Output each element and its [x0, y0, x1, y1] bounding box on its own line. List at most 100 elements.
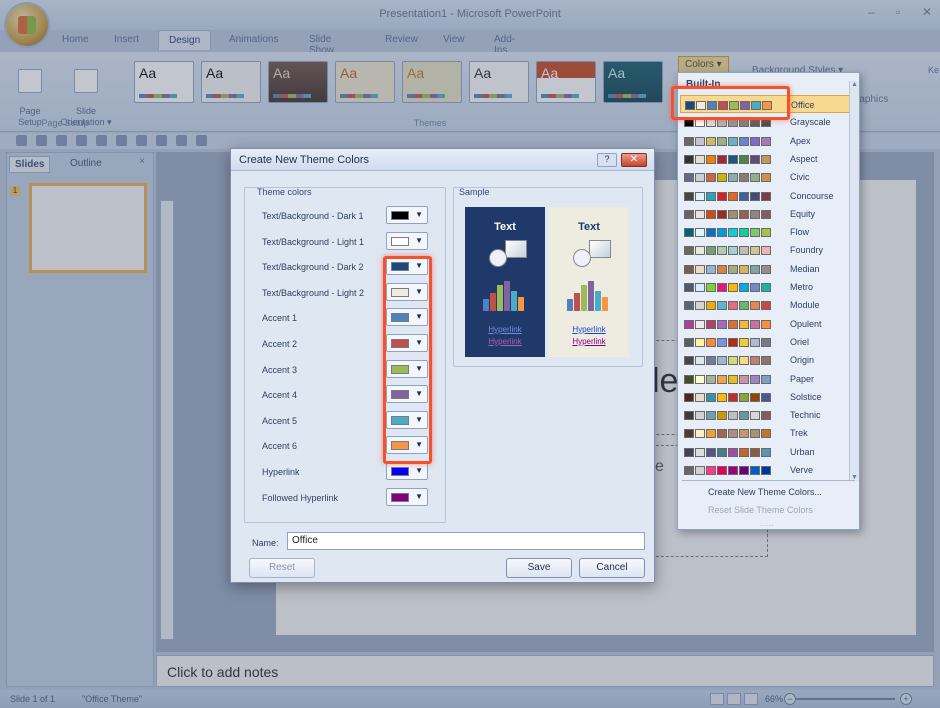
color-swatch [706, 136, 716, 146]
sample-bar [483, 299, 489, 311]
name-label: Name: [252, 538, 279, 548]
help-button[interactable]: ? [597, 153, 617, 167]
theme-colors-dropdown: Built-In Office Grayscale Apex Aspect Civic C… [677, 72, 860, 530]
color-swatch [684, 154, 694, 164]
color-picker-button[interactable]: ▼ [386, 462, 428, 480]
theme-colors-item[interactable]: Origin [680, 351, 850, 369]
sample-light-card: Text Hyperlink Hyperlink [549, 207, 629, 357]
theme-colors-item[interactable]: Oriel [680, 333, 850, 351]
theme-colors-item-name: Verve [790, 465, 814, 475]
sample-dark-text: Text [494, 221, 516, 233]
color-swatch [706, 392, 716, 402]
color-swatch [684, 246, 694, 256]
color-swatch [684, 264, 694, 274]
theme-colors-item-name: Grayscale [790, 117, 831, 128]
color-swatch [717, 447, 727, 457]
resize-grip-icon[interactable]: ..... [760, 521, 775, 528]
theme-colors-item[interactable]: Equity [680, 205, 850, 223]
theme-colors-item[interactable]: Solstice [680, 388, 850, 406]
theme-colors-item[interactable]: Foundry [680, 241, 850, 259]
color-swatch [761, 283, 771, 292]
theme-color-label: Accent 5 [262, 415, 298, 426]
color-swatch [728, 447, 738, 457]
theme-colors-item-name: Office [791, 100, 815, 110]
theme-colors-item[interactable]: Paper [680, 370, 850, 388]
color-swatch [706, 283, 716, 292]
color-swatches [684, 264, 772, 274]
color-swatch [728, 429, 738, 439]
color-swatch [761, 337, 771, 347]
highlight-accent-colors [383, 256, 432, 464]
theme-colors-item[interactable]: Verve [680, 461, 850, 479]
color-swatches [684, 191, 772, 201]
reset-button[interactable]: Reset [249, 558, 315, 578]
color-swatch [717, 154, 727, 164]
sample-dark-hyperlink: Hyperlink [488, 325, 522, 334]
theme-colors-item[interactable]: Technic [680, 406, 850, 424]
color-swatch [761, 154, 771, 164]
color-swatches [684, 228, 772, 238]
theme-color-label: Accent 6 [262, 441, 298, 452]
color-swatch [695, 246, 705, 256]
color-swatch [761, 374, 771, 384]
theme-colors-item[interactable]: Module [680, 296, 850, 314]
dropdown-separator [682, 480, 855, 481]
theme-colors-item[interactable]: Civic [680, 168, 850, 186]
cancel-button[interactable]: Cancel [579, 558, 645, 578]
color-swatch [695, 337, 705, 347]
color-swatch [750, 429, 760, 439]
color-swatch [684, 337, 694, 347]
color-swatches [684, 337, 772, 347]
color-picker-button[interactable]: ▼ [386, 206, 428, 224]
color-swatch [695, 466, 705, 475]
theme-colors-item[interactable]: Trek [680, 424, 850, 442]
sample-dark-card: Text Hyperlink Hyperlink [465, 207, 545, 357]
theme-colors-item-name: Trek [790, 428, 808, 439]
color-swatch [717, 283, 727, 292]
color-swatch [706, 466, 716, 475]
scroll-up-icon[interactable]: ▲ [851, 81, 858, 88]
color-swatch [750, 264, 760, 274]
color-swatch [761, 173, 771, 183]
color-swatch [750, 173, 760, 183]
color-swatch [717, 356, 727, 366]
color-swatch [391, 467, 409, 476]
theme-colors-item-name: Civic [790, 172, 810, 183]
color-swatch [695, 356, 705, 366]
color-swatch [728, 466, 738, 475]
theme-colors-item[interactable]: Metro [680, 278, 850, 296]
reset-slide-theme-colors[interactable]: Reset Slide Theme Colors [708, 505, 813, 515]
save-button[interactable]: Save [506, 558, 572, 578]
color-swatch [750, 319, 760, 329]
color-swatch [695, 209, 705, 219]
color-swatch [717, 411, 727, 421]
theme-name-input[interactable]: Office [287, 532, 645, 550]
theme-color-label: Text/Background - Dark 1 [262, 211, 364, 221]
create-new-theme-colors[interactable]: Create New Theme Colors... [708, 487, 822, 497]
sample-bar [574, 293, 580, 311]
dialog-close-button[interactable]: ✕ [621, 153, 647, 167]
sample-bar [602, 297, 608, 311]
dropdown-scrollbar[interactable]: ▲ ▼ [849, 81, 859, 481]
dropdown-arrow-icon: ▼ [415, 210, 423, 219]
theme-colors-item[interactable]: Median [680, 260, 850, 278]
theme-colors-item[interactable]: Flow [680, 223, 850, 241]
theme-colors-item[interactable]: Apex [680, 132, 850, 150]
dropdown-arrow-icon: ▼ [415, 466, 423, 475]
color-picker-button[interactable]: ▼ [386, 487, 428, 506]
theme-colors-item-name: Technic [790, 410, 821, 421]
theme-colors-item[interactable]: Urban [680, 443, 850, 461]
color-swatch [684, 411, 694, 421]
theme-colors-item[interactable]: Opulent [680, 315, 850, 333]
theme-colors-item[interactable]: Aspect [680, 150, 850, 168]
color-swatches [684, 356, 772, 366]
sample-light-shape [589, 240, 611, 258]
color-swatch [728, 246, 738, 256]
theme-colors-item-name: Aspect [790, 153, 818, 164]
color-swatch [750, 246, 760, 256]
color-swatch [695, 301, 705, 311]
theme-colors-item[interactable]: Concourse [680, 187, 850, 205]
color-picker-button[interactable]: ▼ [386, 231, 428, 250]
color-swatch [739, 136, 749, 146]
color-swatch [684, 209, 694, 219]
